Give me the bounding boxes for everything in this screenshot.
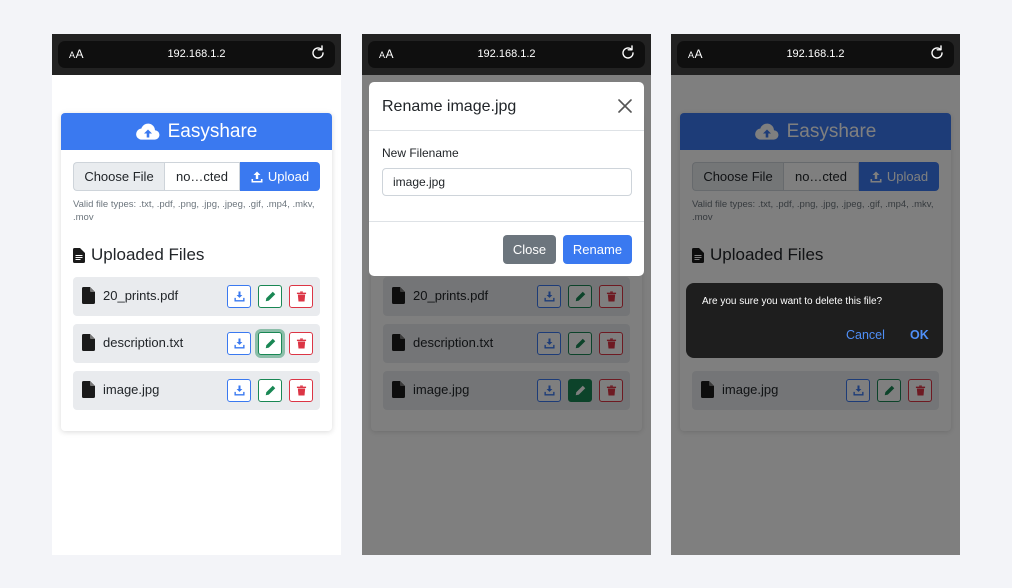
trash-icon: [296, 291, 307, 302]
url-text[interactable]: 192.168.1.2: [58, 48, 335, 60]
phone-screen-rename: AA 192.168.1.2 Easyshare Uploaded Files …: [362, 34, 651, 555]
easyshare-card: Easyshare Choose File no…cted Upload Val…: [61, 113, 332, 431]
new-filename-input[interactable]: image.jpg: [382, 168, 632, 196]
app-title: Easyshare: [167, 120, 258, 142]
file-item: 20_prints.pdf: [73, 277, 320, 316]
pencil-icon: [265, 291, 276, 302]
reload-icon[interactable]: [310, 45, 326, 61]
download-button[interactable]: [227, 379, 251, 402]
trash-icon: [296, 338, 307, 349]
address-bar[interactable]: AA 192.168.1.2: [677, 41, 954, 68]
phone-screen-delete-confirm: AA 192.168.1.2 Easyshare Choose File no……: [671, 34, 960, 555]
file-item: description.txt: [73, 324, 320, 363]
url-text[interactable]: 192.168.1.2: [677, 48, 954, 60]
file-text-icon: [73, 248, 85, 263]
delete-button[interactable]: [289, 379, 313, 402]
new-filename-label: New Filename: [382, 146, 459, 160]
delete-confirm-dialog: Are you sure you want to delete this fil…: [686, 283, 943, 358]
dialog-message: Are you sure you want to delete this fil…: [702, 296, 883, 307]
modal-divider: [369, 221, 644, 222]
address-bar[interactable]: AA 192.168.1.2: [58, 41, 335, 68]
file-name: description.txt: [103, 335, 184, 350]
download-icon: [234, 291, 245, 302]
valid-file-types: Valid file types: .txt, .pdf, .png, .jpg…: [73, 199, 315, 223]
card-header: Easyshare: [61, 113, 332, 150]
download-icon: [234, 385, 245, 396]
file-name: 20_prints.pdf: [103, 288, 179, 303]
file-icon: [82, 334, 95, 351]
rename-button[interactable]: [258, 332, 282, 355]
selected-file-name[interactable]: no…cted: [164, 162, 240, 191]
url-text[interactable]: 192.168.1.2: [368, 48, 645, 60]
rename-modal: Rename image.jpg New Filename image.jpg …: [369, 82, 644, 276]
file-icon: [82, 381, 95, 398]
trash-icon: [296, 385, 307, 396]
delete-button[interactable]: [289, 332, 313, 355]
file-item: image.jpg: [73, 371, 320, 410]
modal-divider: [369, 130, 644, 131]
rename-confirm-button[interactable]: Rename: [563, 235, 632, 264]
browser-bar: AA 192.168.1.2: [671, 34, 960, 75]
file-picker: Choose File no…cted Upload: [73, 162, 320, 191]
browser-bar: AA 192.168.1.2: [52, 34, 341, 75]
file-name: image.jpg: [103, 382, 160, 397]
cloud-upload-icon: [136, 122, 160, 142]
pencil-icon: [265, 385, 276, 396]
uploaded-files-heading: Uploaded Files: [73, 245, 204, 265]
close-icon[interactable]: [618, 99, 632, 113]
upload-icon: [251, 171, 263, 183]
phone-screen-main: AA 192.168.1.2 Easyshare Choose File no……: [52, 34, 341, 555]
address-bar[interactable]: AA 192.168.1.2: [368, 41, 645, 68]
upload-button[interactable]: Upload: [240, 162, 320, 191]
delete-button[interactable]: [289, 285, 313, 308]
uploaded-files-title: Uploaded Files: [91, 245, 205, 264]
ok-button[interactable]: OK: [910, 328, 929, 342]
reload-icon[interactable]: [929, 45, 945, 61]
file-icon: [82, 287, 95, 304]
browser-bar: AA 192.168.1.2: [362, 34, 651, 75]
upload-label: Upload: [267, 169, 310, 184]
download-button[interactable]: [227, 285, 251, 308]
close-button[interactable]: Close: [503, 235, 556, 264]
rename-button[interactable]: [258, 379, 282, 402]
download-icon: [234, 338, 245, 349]
modal-title: Rename image.jpg: [382, 98, 517, 115]
rename-button[interactable]: [258, 285, 282, 308]
choose-file-button[interactable]: Choose File: [73, 162, 164, 191]
reload-icon[interactable]: [620, 45, 636, 61]
pencil-icon: [265, 338, 276, 349]
cancel-button[interactable]: Cancel: [846, 328, 885, 342]
download-button[interactable]: [227, 332, 251, 355]
